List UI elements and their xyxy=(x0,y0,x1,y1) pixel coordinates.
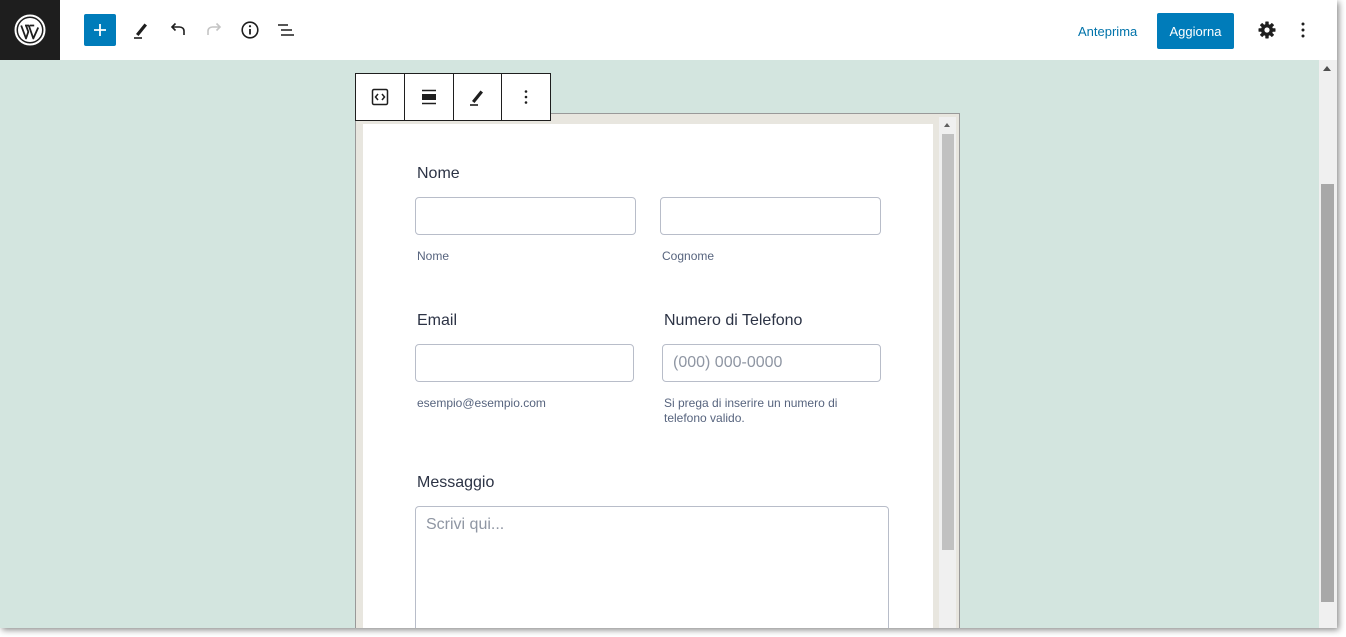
wordpress-logo[interactable] xyxy=(0,0,60,60)
editor-window: Anteprima Aggiorna Nome Nome Cognome Ema… xyxy=(0,0,1337,628)
undo-icon xyxy=(170,22,185,35)
plus-icon xyxy=(94,24,106,36)
add-block-button[interactable] xyxy=(84,14,116,46)
undo-button[interactable] xyxy=(161,13,195,47)
last-name-sublabel: Cognome xyxy=(662,249,715,263)
email-label: Email xyxy=(417,312,458,329)
block-options-button[interactable] xyxy=(502,74,550,120)
gear-icon xyxy=(1258,21,1276,39)
preview-button[interactable]: Anteprima xyxy=(1064,22,1151,41)
block-toolbar xyxy=(355,73,551,121)
message-textarea[interactable]: Scrivi qui... xyxy=(415,506,889,628)
last-name-input[interactable] xyxy=(660,197,881,235)
redo-icon xyxy=(207,22,222,35)
scrollbar-thumb[interactable] xyxy=(1321,184,1334,602)
first-name-sublabel: Nome xyxy=(417,249,450,263)
update-button[interactable]: Aggiorna xyxy=(1157,13,1234,49)
phone-placeholder: (000) 000-0000 xyxy=(673,354,783,371)
message-placeholder: Scrivi qui... xyxy=(426,516,505,533)
embed-scroll-up-arrow-icon[interactable] xyxy=(944,123,950,127)
form-embed-block[interactable]: Nome Nome Cognome Email Numero di Telefo… xyxy=(355,113,960,628)
details-button[interactable] xyxy=(233,13,267,47)
wordpress-icon xyxy=(14,14,46,46)
list-view-button[interactable] xyxy=(269,13,303,47)
embed-icon xyxy=(371,88,389,106)
align-icon xyxy=(421,89,436,105)
tools-button[interactable] xyxy=(124,13,158,47)
embed-scrollbar-thumb[interactable] xyxy=(942,134,954,550)
block-type-button[interactable] xyxy=(356,74,405,120)
message-label: Messaggio xyxy=(417,474,495,491)
embed-scrollbar[interactable] xyxy=(939,117,956,628)
redo-button[interactable] xyxy=(197,13,231,47)
list-view-icon xyxy=(278,24,294,36)
scroll-up-arrow-icon[interactable] xyxy=(1323,66,1331,71)
first-name-input[interactable] xyxy=(415,197,636,235)
phone-label: Numero di Telefono xyxy=(664,312,803,329)
name-label: Nome xyxy=(417,165,460,182)
more-vertical-icon xyxy=(1301,22,1305,38)
settings-button[interactable] xyxy=(1250,13,1284,47)
pencil-icon xyxy=(470,90,484,106)
align-button[interactable] xyxy=(405,74,454,120)
contact-form: Nome Nome Cognome Email Numero di Telefo… xyxy=(363,124,933,628)
more-vertical-icon xyxy=(524,90,528,104)
phone-sublabel: Si prega di inserire un numero di telefo… xyxy=(664,396,838,425)
email-input[interactable] xyxy=(415,344,634,382)
info-icon xyxy=(241,21,259,39)
options-button[interactable] xyxy=(1286,13,1320,47)
edit-url-button[interactable] xyxy=(454,74,503,120)
top-toolbar: Anteprima Aggiorna xyxy=(0,0,1337,60)
page-scrollbar[interactable] xyxy=(1319,60,1337,628)
email-sublabel: esempio@esempio.com xyxy=(417,396,546,410)
phone-input[interactable]: (000) 000-0000 xyxy=(662,344,881,382)
pencil-icon xyxy=(134,23,147,39)
